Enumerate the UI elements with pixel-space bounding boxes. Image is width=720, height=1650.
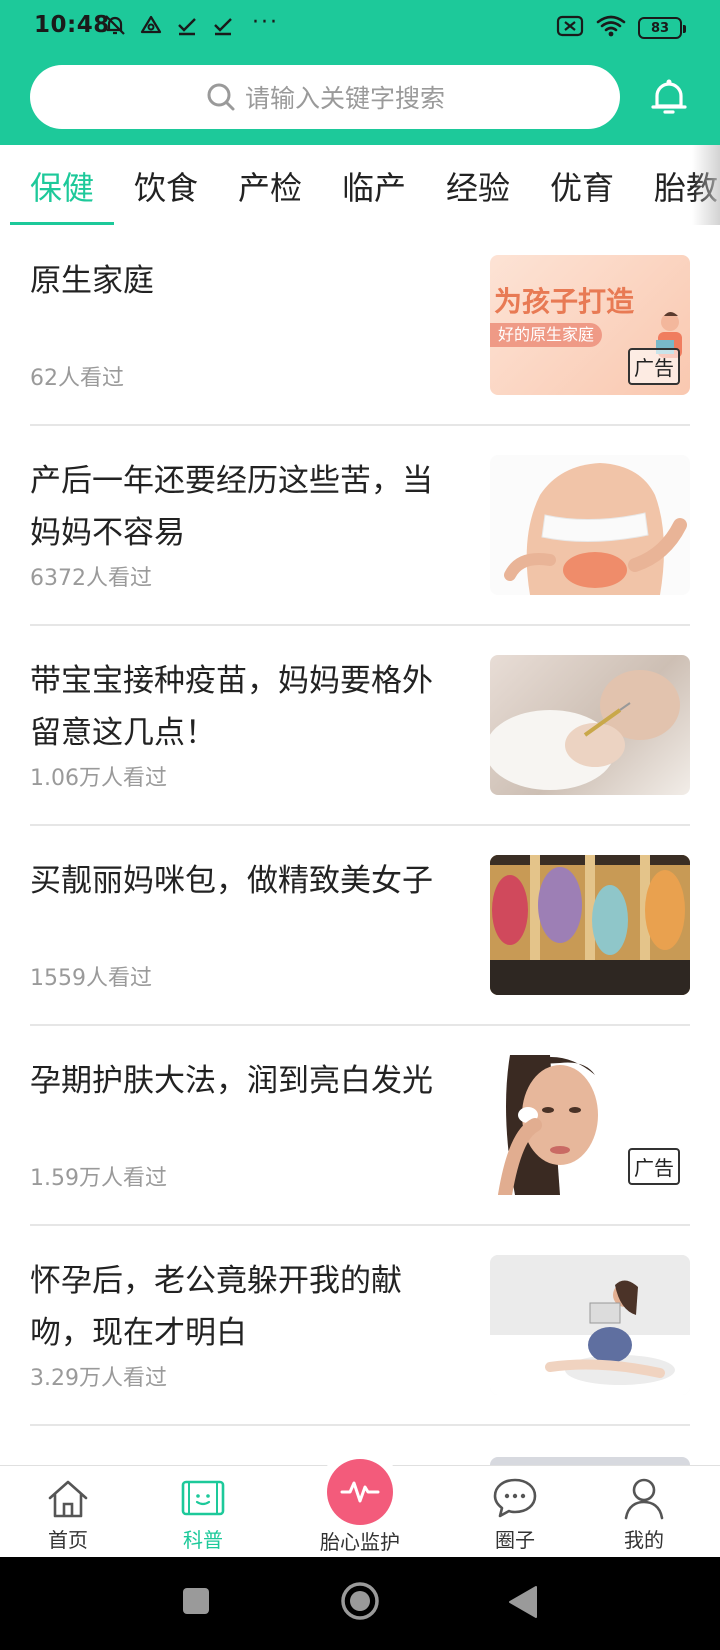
ad-badge: 广告 (628, 348, 680, 385)
system-status-icons: 83 (556, 14, 686, 42)
article-item[interactable]: 孕期护肤大法，润到亮白发光 1.59万人看过 广告 (30, 1025, 690, 1225)
fetal-monitor-label: 胎心监护 (320, 1530, 400, 1554)
notification-icons: ··· (102, 9, 279, 38)
tab-experience[interactable]: 经验 (446, 163, 510, 209)
article-list: 原生家庭 62人看过 为孩子打造 好的原生家庭 广告 产后一年还要经历这些苦，当… (0, 225, 720, 1465)
article-item[interactable]: 怀孕后，老公竟躲开我的献吻，现在才明白 3.29万人看过 (30, 1225, 690, 1425)
nav-home-label: 首页 (48, 1528, 88, 1552)
tab-checkup[interactable]: 产检 (238, 163, 302, 209)
article-title: 原生家庭 (30, 263, 154, 299)
nav-science-label: 科普 (183, 1528, 223, 1552)
article-thumbnail (490, 1255, 690, 1395)
article-thumbnail (490, 455, 690, 595)
heartbeat-circle (327, 1459, 393, 1525)
article-views: 6372人看过 (30, 566, 152, 591)
article-title: 买靓丽妈咪包，做精致美女子 (30, 863, 433, 899)
article-title: 产后一年还要经历这些苦，当妈妈不容易 (30, 463, 433, 551)
tab-eugenics[interactable]: 优育 (550, 163, 614, 209)
triangle-app-icon (138, 12, 164, 38)
sim-off-icon (556, 14, 584, 42)
mute-bell-icon (102, 12, 128, 38)
nav-mine[interactable]: 我的 (594, 1474, 694, 1553)
user-icon (620, 1474, 668, 1522)
article-item[interactable]: 原生家庭 62人看过 为孩子打造 好的原生家庭 广告 (30, 225, 690, 425)
tabs-scroll-fade (692, 145, 720, 225)
article-views: 3.29万人看过 (30, 1366, 167, 1391)
back-triangle-icon[interactable] (508, 1585, 538, 1623)
wifi-icon (596, 14, 626, 42)
back-pain-photo (504, 463, 687, 595)
app-header: 10:48 ··· 83 请输入关键字搜索 (0, 0, 720, 145)
article-thumbnail (490, 855, 690, 995)
article-thumbnail: 为孩子打造 好的原生家庭 广告 (490, 255, 690, 395)
check-icon (174, 12, 200, 38)
system-nav-bar (0, 1557, 720, 1650)
tab-diet[interactable]: 饮食 (134, 163, 198, 209)
article-thumbnail: 广告 (490, 1055, 690, 1195)
notification-bell-icon[interactable] (646, 74, 692, 120)
article-views: 62人看过 (30, 366, 124, 391)
ad-banner-sub: 好的原生家庭 (490, 323, 603, 347)
category-tabs: 保健 饮食 产检 临产 经验 优育 胎教 (0, 145, 720, 225)
search-placeholder: 请输入关键字搜索 (244, 84, 445, 113)
article-item[interactable]: 产后一年还要经历这些苦，当妈妈不容易 6372人看过 (30, 425, 690, 625)
nav-science[interactable]: 科普 (153, 1474, 253, 1553)
tab-labor[interactable]: 临产 (342, 163, 406, 209)
nav-home[interactable]: 首页 (18, 1474, 118, 1553)
list-divider (30, 1424, 690, 1426)
home-circle-icon[interactable] (340, 1581, 380, 1625)
article-title: 带宝宝接种疫苗，妈妈要格外留意这几点！ (30, 663, 433, 751)
ad-badge: 广告 (628, 1148, 680, 1185)
chat-bubble-icon (491, 1474, 539, 1522)
vaccine-baby-photo (490, 670, 680, 790)
next-article-thumbnail-peek (490, 1457, 690, 1465)
more-notifications-icon: ··· (252, 9, 279, 35)
article-title: 怀孕后，老公竟躲开我的献吻，现在才明白 (30, 1263, 402, 1351)
battery-icon: 83 (638, 17, 686, 39)
search-input[interactable]: 请输入关键字搜索 (30, 65, 620, 129)
article-title: 孕期护肤大法，润到亮白发光 (30, 1063, 433, 1099)
check-icon (210, 12, 236, 38)
article-views: 1.06万人看过 (30, 766, 167, 791)
heartbeat-wave-icon (340, 1481, 380, 1503)
diaper-bags-photo (490, 855, 690, 995)
status-time: 10:48 (34, 12, 110, 38)
status-bar: 10:48 ··· 83 (0, 0, 720, 55)
film-icon (179, 1474, 227, 1522)
article-item[interactable]: 买靓丽妈咪包，做精致美女子 1559人看过 (30, 825, 690, 1025)
nav-circle[interactable]: 圈子 (465, 1474, 565, 1553)
article-views: 1559人看过 (30, 966, 152, 991)
search-icon (205, 81, 237, 113)
tab-health[interactable]: 保健 (30, 163, 94, 209)
article-views: 1.59万人看过 (30, 1166, 167, 1191)
nav-mine-label: 我的 (624, 1528, 664, 1552)
nav-circle-label: 圈子 (495, 1528, 535, 1552)
pregnant-woman-reading-photo (490, 1255, 690, 1395)
home-icon (44, 1474, 92, 1522)
article-item[interactable]: 带宝宝接种疫苗，妈妈要格外留意这几点！ 1.06万人看过 (30, 625, 690, 825)
recent-apps-icon[interactable] (182, 1587, 210, 1619)
fetal-monitor-button[interactable] (318, 1450, 402, 1534)
article-thumbnail (490, 655, 690, 795)
